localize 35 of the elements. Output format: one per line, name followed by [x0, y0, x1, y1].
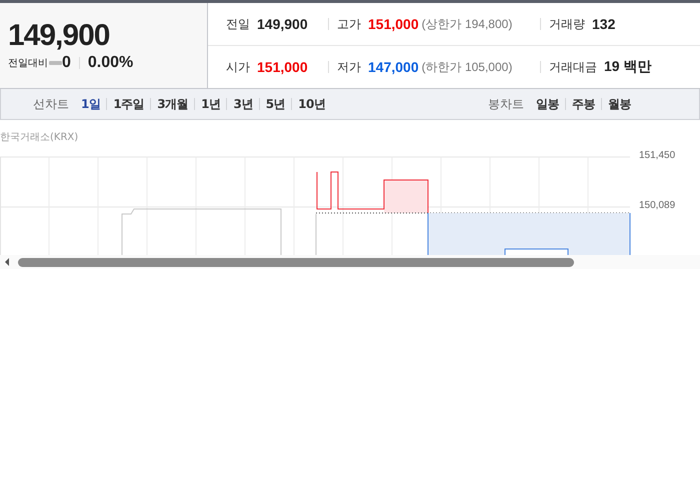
stat-label: 저가 [337, 58, 361, 76]
period-tab[interactable]: 10년 [298, 96, 326, 112]
change-value: 0 [62, 54, 71, 72]
stat-value: 151,000 [368, 16, 419, 32]
stat-label: 전일 [226, 16, 250, 32]
price-limit-note: (하한가 105,000) [422, 58, 512, 76]
stat-value: 149,900 [257, 16, 308, 32]
source-label: 한국거래소(KRX) [0, 131, 80, 145]
period-tab[interactable]: 1년 [201, 96, 220, 112]
y-axis-label: 150,089 [639, 200, 676, 211]
period-tab[interactable]: 월봉 [608, 96, 631, 112]
stat-label: 거래량 [549, 16, 585, 32]
stat-label: 고가 [337, 16, 361, 32]
price-limit-note: (상한가 194,800) [422, 16, 512, 32]
stat-value: 151,000 [257, 59, 308, 75]
period-tab[interactable]: 주봉 [572, 96, 595, 112]
period-tab[interactable]: 1주일 [113, 96, 144, 112]
stat-value: 19 백만 [604, 58, 652, 76]
period-tab[interactable]: 일봉 [536, 96, 559, 112]
stat-label: 시가 [226, 58, 250, 76]
period-tab[interactable]: 3년 [233, 96, 253, 112]
period-tab[interactable]: 1일 [81, 96, 100, 112]
change-rate: 0.00% [88, 54, 134, 72]
stat-value: 147,000 [368, 59, 419, 75]
change-label: 전일대비 [8, 57, 48, 70]
candle-chart-label: 봉차트 [488, 96, 524, 112]
y-axis-label: 151,450 [639, 150, 676, 161]
scrollbar-thumb[interactable] [18, 258, 574, 266]
line-chart-label: 선차트 [33, 96, 69, 112]
period-tab[interactable]: 5년 [266, 96, 286, 112]
period-tab[interactable]: 3개월 [157, 96, 188, 112]
stat-label: 거래대금 [549, 58, 597, 76]
scroll-left-icon[interactable] [5, 258, 9, 266]
current-price: 149,900 [8, 20, 110, 52]
stat-value: 132 [592, 16, 616, 32]
